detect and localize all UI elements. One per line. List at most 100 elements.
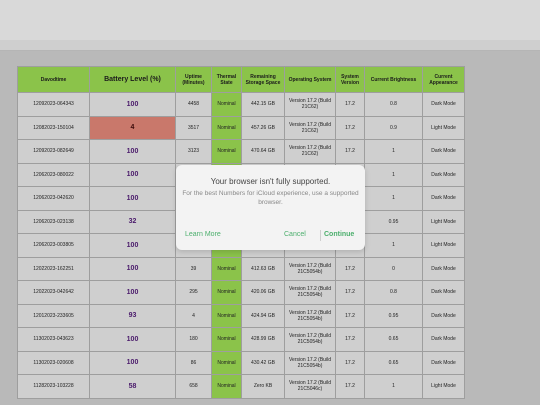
table-cell[interactable]: 12092023-082649	[17, 139, 90, 164]
table-cell[interactable]: 1	[364, 186, 423, 211]
table-cell[interactable]: 39	[175, 256, 212, 281]
table-cell[interactable]: 4458	[175, 92, 212, 117]
table-cell[interactable]: 17.2	[335, 256, 365, 281]
table-cell[interactable]: 12092023-064343	[17, 92, 90, 117]
table-cell[interactable]: Light Mode	[422, 233, 465, 258]
column-header[interactable]: Thermal State	[211, 66, 242, 93]
table-cell[interactable]: 100	[89, 233, 176, 258]
table-cell[interactable]: Dark Mode	[422, 350, 465, 375]
table-cell[interactable]: 93	[89, 303, 176, 328]
table-cell[interactable]: 295	[175, 280, 212, 305]
table-cell[interactable]: 442.15 GB	[241, 92, 285, 117]
table-cell[interactable]: 86	[175, 350, 212, 375]
table-cell[interactable]: 11282023-103228	[17, 374, 90, 399]
table-cell[interactable]: 1	[364, 233, 423, 258]
table-cell[interactable]: 3517	[175, 115, 212, 140]
table-cell[interactable]: 0.95	[364, 303, 423, 328]
cancel-button[interactable]: Cancel	[284, 231, 306, 238]
column-header[interactable]: Battery Level (%)	[89, 66, 176, 93]
table-cell[interactable]: 1	[364, 139, 423, 164]
table-cell[interactable]: 12062023-023138	[17, 209, 90, 234]
table-cell[interactable]: Version 17.2 (Build 21C5046c)	[284, 374, 336, 399]
table-cell[interactable]: Dark Mode	[422, 327, 465, 352]
table-cell[interactable]: 0	[364, 256, 423, 281]
table-cell[interactable]: 100	[89, 92, 176, 117]
table-cell[interactable]: 12062023-003805	[17, 233, 90, 258]
column-header[interactable]: Remaining Storage Space	[241, 66, 285, 93]
table-cell[interactable]: 17.2	[335, 92, 365, 117]
table-cell[interactable]: Dark Mode	[422, 186, 465, 211]
table-cell[interactable]: Nominal	[211, 350, 242, 375]
table-cell[interactable]: Dark Mode	[422, 92, 465, 117]
table-cell[interactable]: 17.2	[335, 303, 365, 328]
table-cell[interactable]: Nominal	[211, 115, 242, 140]
table-cell[interactable]: 470.64 GB	[241, 139, 285, 164]
table-cell[interactable]: 12022023-162251	[17, 256, 90, 281]
table-cell[interactable]: 420.06 GB	[241, 280, 285, 305]
column-header[interactable]: Current Appearance	[422, 66, 465, 93]
table-cell[interactable]: Version 17.2 (Build 21C5054b)	[284, 303, 336, 328]
table-cell[interactable]: Version 17.2 (Build 21C5054b)	[284, 350, 336, 375]
table-cell[interactable]: 1	[364, 162, 423, 187]
table-cell[interactable]: Dark Mode	[422, 139, 465, 164]
table-cell[interactable]: 3123	[175, 139, 212, 164]
table-cell[interactable]: 100	[89, 256, 176, 281]
continue-button[interactable]: Continue	[324, 231, 354, 238]
column-header[interactable]: Current Brightness	[364, 66, 423, 93]
table-cell[interactable]: Version 17.2 (Build 21C62)	[284, 139, 336, 164]
table-cell[interactable]: 11302023-043623	[17, 327, 90, 352]
table-cell[interactable]: 430.42 GB	[241, 350, 285, 375]
table-cell[interactable]: 12062023-042620	[17, 186, 90, 211]
table-cell[interactable]: Zero KB	[241, 374, 285, 399]
column-header[interactable]: System Version	[335, 66, 365, 93]
table-cell[interactable]: 0.95	[364, 209, 423, 234]
table-cell[interactable]: 4	[89, 115, 176, 140]
table-cell[interactable]: 17.2	[335, 327, 365, 352]
table-cell[interactable]: 0.8	[364, 280, 423, 305]
table-cell[interactable]: 11302023-020608	[17, 350, 90, 375]
table-cell[interactable]: 457.26 GB	[241, 115, 285, 140]
table-cell[interactable]: 658	[175, 374, 212, 399]
column-header[interactable]: Operating System	[284, 66, 336, 93]
table-cell[interactable]: Light Mode	[422, 209, 465, 234]
table-cell[interactable]: Light Mode	[422, 115, 465, 140]
table-cell[interactable]: 424.94 GB	[241, 303, 285, 328]
table-cell[interactable]: Dark Mode	[422, 280, 465, 305]
table-cell[interactable]: 12062023-080022	[17, 162, 90, 187]
table-cell[interactable]: Dark Mode	[422, 256, 465, 281]
learn-more-button[interactable]: Learn More	[185, 231, 221, 238]
column-header[interactable]: Davodtime	[17, 66, 90, 93]
table-cell[interactable]: 100	[89, 280, 176, 305]
table-cell[interactable]: 58	[89, 374, 176, 399]
table-cell[interactable]: 12082023-150104	[17, 115, 90, 140]
table-cell[interactable]: Light Mode	[422, 374, 465, 399]
table-cell[interactable]: 17.2	[335, 280, 365, 305]
column-header[interactable]: Uptime (Minutes)	[175, 66, 212, 93]
table-cell[interactable]: Nominal	[211, 92, 242, 117]
table-cell[interactable]: 17.2	[335, 350, 365, 375]
table-cell[interactable]: Dark Mode	[422, 162, 465, 187]
table-cell[interactable]: 100	[89, 186, 176, 211]
table-cell[interactable]: Nominal	[211, 139, 242, 164]
table-cell[interactable]: 0.8	[364, 92, 423, 117]
table-cell[interactable]: Nominal	[211, 374, 242, 399]
table-cell[interactable]: 428.99 GB	[241, 327, 285, 352]
table-cell[interactable]: Version 17.2 (Build 21C5054b)	[284, 280, 336, 305]
table-cell[interactable]: 100	[89, 350, 176, 375]
table-cell[interactable]: 0.65	[364, 327, 423, 352]
table-cell[interactable]: Version 17.2 (Build 21C62)	[284, 115, 336, 140]
table-cell[interactable]: Nominal	[211, 280, 242, 305]
table-cell[interactable]: 12022023-042642	[17, 280, 90, 305]
table-cell[interactable]: Nominal	[211, 327, 242, 352]
table-cell[interactable]: 1	[364, 374, 423, 399]
table-cell[interactable]: 100	[89, 162, 176, 187]
table-cell[interactable]: Nominal	[211, 303, 242, 328]
table-cell[interactable]: 0.65	[364, 350, 423, 375]
table-cell[interactable]: Nominal	[211, 256, 242, 281]
table-cell[interactable]: 17.2	[335, 115, 365, 140]
table-cell[interactable]: 17.2	[335, 374, 365, 399]
table-cell[interactable]: 180	[175, 327, 212, 352]
table-cell[interactable]: Version 17.2 (Build 21C5054b)	[284, 256, 336, 281]
table-cell[interactable]: Version 17.2 (Build 21C62)	[284, 92, 336, 117]
table-cell[interactable]: Dark Mode	[422, 303, 465, 328]
